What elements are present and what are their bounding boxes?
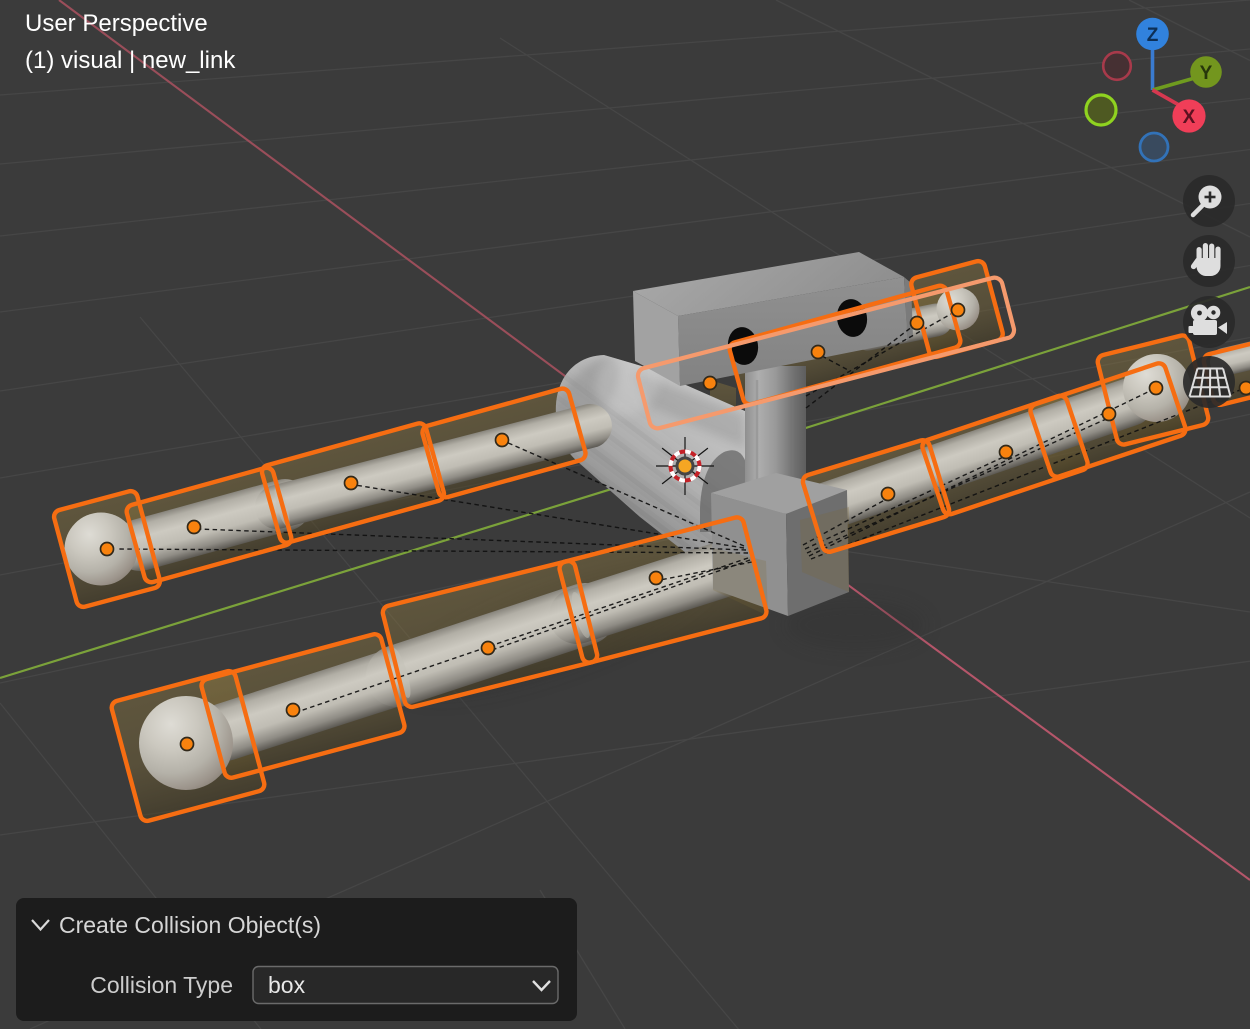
svg-text:Collision Type: Collision Type: [90, 972, 233, 998]
svg-text:box: box: [268, 972, 306, 998]
svg-text:X: X: [1183, 107, 1196, 128]
svg-text:Create Collision Object(s): Create Collision Object(s): [59, 912, 321, 938]
svg-text:Y: Y: [1200, 63, 1213, 84]
svg-text:Z: Z: [1147, 25, 1159, 46]
svg-text:User Perspective: User Perspective: [25, 10, 208, 37]
svg-text:(1) visual | new_link: (1) visual | new_link: [25, 47, 236, 74]
